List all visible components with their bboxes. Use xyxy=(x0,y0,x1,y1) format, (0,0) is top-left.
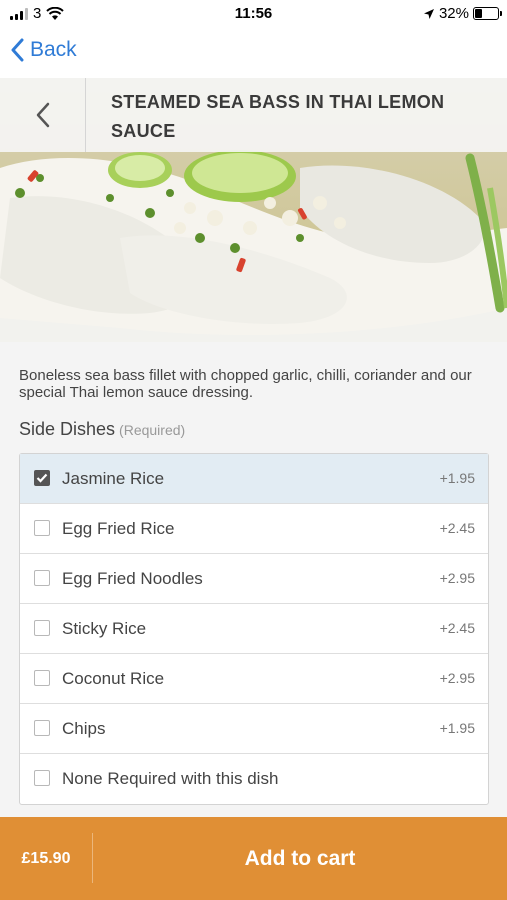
battery-icon xyxy=(473,7,502,20)
option-label: Sticky Rice xyxy=(62,619,147,638)
checkmark-icon xyxy=(36,473,48,483)
dish-description: Boneless sea bass fillet with chopped ga… xyxy=(19,367,472,401)
dish-title-bar: STEAMED SEA BASS IN THAI LEMON SAUCE xyxy=(0,78,507,152)
checkbox[interactable] xyxy=(34,620,50,636)
option-label: Egg Fried Noodles xyxy=(62,569,203,588)
option-egg-fried-rice[interactable]: Egg Fried Rice +2.45 xyxy=(20,504,488,554)
location-arrow-icon xyxy=(423,8,434,19)
checkbox[interactable] xyxy=(34,770,50,786)
back-button[interactable]: Back xyxy=(10,38,77,62)
checkbox[interactable] xyxy=(34,520,50,536)
side-dish-options: Jasmine Rice +1.95 Egg Fried Rice +2.45 … xyxy=(19,453,489,805)
status-bar: 3 11:56 32% xyxy=(0,0,507,28)
option-price: +2.45 xyxy=(439,520,475,536)
option-price: +1.95 xyxy=(439,720,475,736)
back-label: Back xyxy=(30,38,77,61)
option-none-required[interactable]: None Required with this dish xyxy=(20,754,488,804)
checkbox[interactable] xyxy=(34,670,50,686)
option-price: +2.45 xyxy=(439,620,475,636)
option-jasmine-rice[interactable]: Jasmine Rice +1.95 xyxy=(20,454,488,504)
add-to-cart-button[interactable]: Add to cart xyxy=(93,817,507,900)
option-price: +2.95 xyxy=(439,670,475,686)
option-chips[interactable]: Chips +1.95 xyxy=(20,704,488,754)
option-label: None Required with this dish xyxy=(62,769,279,788)
option-price: +1.95 xyxy=(439,470,475,486)
total-price: £15.90 xyxy=(21,849,71,867)
chevron-left-icon xyxy=(11,38,24,62)
cart-footer: £15.90 Add to cart xyxy=(0,817,507,900)
battery-percent: 32% xyxy=(438,5,469,22)
option-price: +2.95 xyxy=(439,570,475,586)
checkbox[interactable] xyxy=(34,470,50,486)
checkbox[interactable] xyxy=(34,720,50,736)
option-sticky-rice[interactable]: Sticky Rice +2.45 xyxy=(20,604,488,654)
dish-title: STEAMED SEA BASS IN THAI LEMON SAUCE xyxy=(111,92,445,141)
option-label: Jasmine Rice xyxy=(62,469,165,488)
option-label: Chips xyxy=(62,719,106,738)
dish-image: STEAMED SEA BASS IN THAI LEMON SAUCE xyxy=(0,78,507,342)
status-right: 32% xyxy=(423,5,502,22)
option-coconut-rice[interactable]: Coconut Rice +2.95 xyxy=(20,654,488,704)
side-dishes-heading: Side Dishes (Required) xyxy=(19,419,185,440)
option-egg-fried-noodles[interactable]: Egg Fried Noodles +2.95 xyxy=(20,554,488,604)
checkbox[interactable] xyxy=(34,570,50,586)
option-label: Egg Fried Rice xyxy=(62,519,175,538)
side-dishes-title: Side Dishes xyxy=(19,419,116,439)
close-dish-button[interactable] xyxy=(0,78,86,152)
chevron-left-icon xyxy=(36,102,49,128)
option-label: Coconut Rice xyxy=(62,669,165,688)
nav-bar: Back xyxy=(0,28,507,78)
required-note: (Required) xyxy=(119,422,186,438)
